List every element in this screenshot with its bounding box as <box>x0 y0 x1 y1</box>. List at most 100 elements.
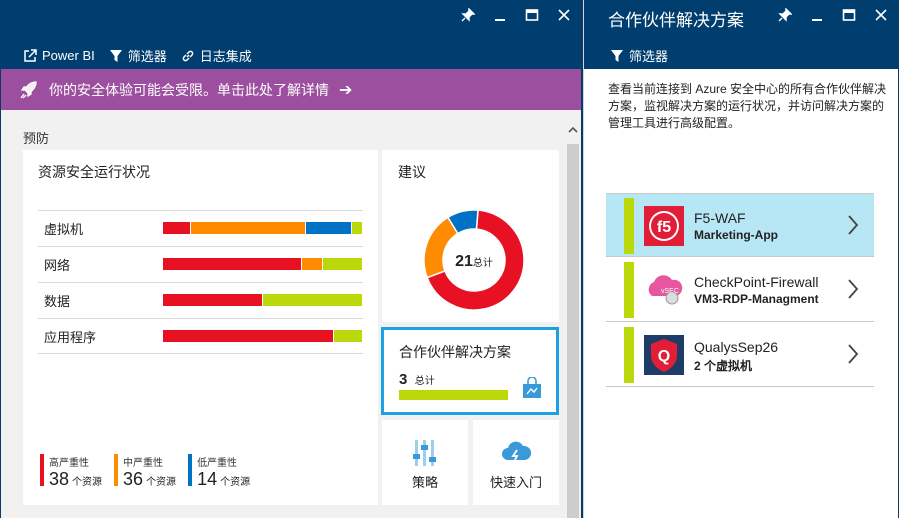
recommendations-total: 21总计 <box>419 253 529 271</box>
resource-health-tile[interactable]: 资源安全运行状况 虚拟机 网络 数据 应用程序 高严重性 38 个资源 中严重性 36 个资源低… <box>23 150 378 505</box>
window-controls <box>776 6 890 24</box>
policy-label: 策略 <box>411 475 438 490</box>
banner-text: 你的安全体验可能会受限。单击此处了解详情 <box>49 81 329 98</box>
severity-bar-segment <box>263 294 362 306</box>
partner-resource: Marketing-App <box>694 228 778 242</box>
severity-bar-segment <box>301 258 322 270</box>
pin-icon[interactable] <box>776 6 794 24</box>
arrow-right-icon: ➔ <box>339 81 353 99</box>
severity-count-unit: 个资源 <box>146 477 177 488</box>
resource-row[interactable]: 网络 <box>38 246 363 282</box>
chevron-right-icon[interactable] <box>846 343 860 371</box>
severity-name: 高严重性 <box>49 458 89 469</box>
cloud-lightning-icon <box>502 441 532 463</box>
rocket-icon <box>20 80 37 98</box>
filter-button[interactable]: 筛选器 <box>610 46 668 65</box>
filter-icon <box>109 49 122 62</box>
severity-legend-item: 高严重性 38 个资源 <box>40 454 102 493</box>
severity-count: 14 个资源 <box>197 469 250 493</box>
powerbi-button[interactable]: Power BI <box>23 48 95 63</box>
partner-list-item[interactable]: vSEC CheckPoint-Firewall VM3-RDP-Managment <box>606 258 874 322</box>
quickstart-tile[interactable]: 快速入门 <box>473 420 559 505</box>
partner-solutions-blade: 合作伙伴解决方案 筛选器 查看当前连接到 Azure 安全中心的所有合作伙伴解决… <box>583 0 899 518</box>
policy-tile[interactable]: 策略 <box>382 420 468 505</box>
severity-bar-segment <box>191 222 306 234</box>
svg-text:f5: f5 <box>657 219 671 236</box>
severity-legend-item: 低严重性 14 个资源 <box>188 454 250 493</box>
quickstart-label: 快速入门 <box>489 475 542 490</box>
severity-count: 36 个资源 <box>123 469 176 493</box>
partner-solutions-title: 合作伙伴解决方案 <box>399 344 511 360</box>
minimize-icon[interactable] <box>808 6 826 24</box>
resource-row[interactable]: 虚拟机 <box>38 210 363 246</box>
resource-row-label: 应用程序 <box>44 329 97 345</box>
filter-button[interactable]: 筛选器 <box>109 46 167 65</box>
partner-name: F5-WAF <box>694 210 746 226</box>
partner-count-value: 3 <box>399 371 408 388</box>
severity-bar-segment <box>163 258 301 270</box>
filter-icon <box>611 49 623 62</box>
severity-bar-segment <box>306 222 352 234</box>
section-label: 预防 <box>23 131 50 146</box>
f5-logo-icon: f5 <box>644 206 684 246</box>
partner-resource: 2 个虚拟机 <box>694 359 753 373</box>
recommendations-title: 建议 <box>398 164 426 180</box>
severity-bar-segment <box>352 222 362 234</box>
link-icon <box>182 50 194 61</box>
partner-resource: VM3-RDP-Managment <box>694 292 819 306</box>
severity-stacked-bar <box>163 330 363 342</box>
scroll-up-icon[interactable] <box>566 124 580 138</box>
partner-solutions-tile[interactable]: 合作伙伴解决方案 3 总计 <box>381 327 559 415</box>
recommendations-total-value: 21 <box>455 253 473 270</box>
scrollbar[interactable] <box>566 124 580 518</box>
partner-health-bar <box>624 198 634 254</box>
severity-count-value: 38 <box>49 469 70 489</box>
minimize-icon[interactable] <box>491 6 509 24</box>
resource-row-label: 网络 <box>44 258 71 273</box>
partner-list-item[interactable]: Q QualysSep26 2 个虚拟机 <box>606 323 874 387</box>
recommendations-tile[interactable]: 建议 21总计 <box>382 150 559 322</box>
chevron-right-icon[interactable] <box>846 214 860 242</box>
checkpoint-logo-icon: vSEC <box>644 270 684 310</box>
severity-legend-item: 中严重性 36 个资源 <box>114 454 176 493</box>
severity-count: 38 个资源 <box>49 469 102 493</box>
chevron-right-icon[interactable] <box>846 278 860 306</box>
partner-count-bar <box>399 390 508 400</box>
maximize-icon[interactable] <box>840 6 858 24</box>
log-integration-button[interactable]: 日志集成 <box>181 46 252 65</box>
severity-stacked-bar <box>163 258 363 270</box>
resource-row[interactable]: 数据 <box>38 282 363 318</box>
partner-health-bar <box>624 327 634 383</box>
resource-health-table: 虚拟机网络数据应用程序 <box>38 210 363 354</box>
window-controls <box>459 6 573 24</box>
partner-health-bar <box>624 262 634 318</box>
scroll-thumb[interactable] <box>567 144 579 518</box>
severity-color-bar <box>40 454 44 486</box>
limited-experience-banner[interactable]: 你的安全体验可能会受限。单击此处了解详情 ➔ <box>1 69 581 110</box>
recommendations-total-label: 总计 <box>472 258 493 269</box>
partner-list-item[interactable]: f5 F5-WAF Marketing-App <box>606 193 874 257</box>
severity-count-unit: 个资源 <box>220 477 251 488</box>
filter-label: 筛选器 <box>127 49 167 64</box>
severity-color-bar <box>114 454 119 486</box>
severity-count-value: 14 <box>197 469 218 489</box>
partner-name: QualysSep26 <box>694 339 779 355</box>
resource-row-label: 虚拟机 <box>44 222 84 237</box>
severity-color-bar <box>188 454 193 486</box>
partner-solutions-count: 3 总计 <box>399 371 435 389</box>
maximize-icon[interactable] <box>523 6 541 24</box>
close-icon[interactable] <box>555 6 573 24</box>
partner-blade-header: 合作伙伴解决方案 筛选器 <box>584 0 898 69</box>
severity-count-value: 36 <box>123 469 144 489</box>
svg-text:Q: Q <box>658 348 670 365</box>
filter-label: 筛选器 <box>629 49 669 64</box>
resource-health-title: 资源安全运行状况 <box>38 164 150 180</box>
resource-row[interactable]: 应用程序 <box>38 318 363 354</box>
policy-sliders-icon <box>413 440 436 466</box>
pin-icon[interactable] <box>459 6 477 24</box>
severity-bar-segment <box>163 330 334 342</box>
close-icon[interactable] <box>872 6 890 24</box>
severity-name: 低严重性 <box>197 458 238 469</box>
command-bar: Power BI 筛选器 日志集成 <box>23 46 252 65</box>
svg-text:vSEC: vSEC <box>661 288 679 295</box>
